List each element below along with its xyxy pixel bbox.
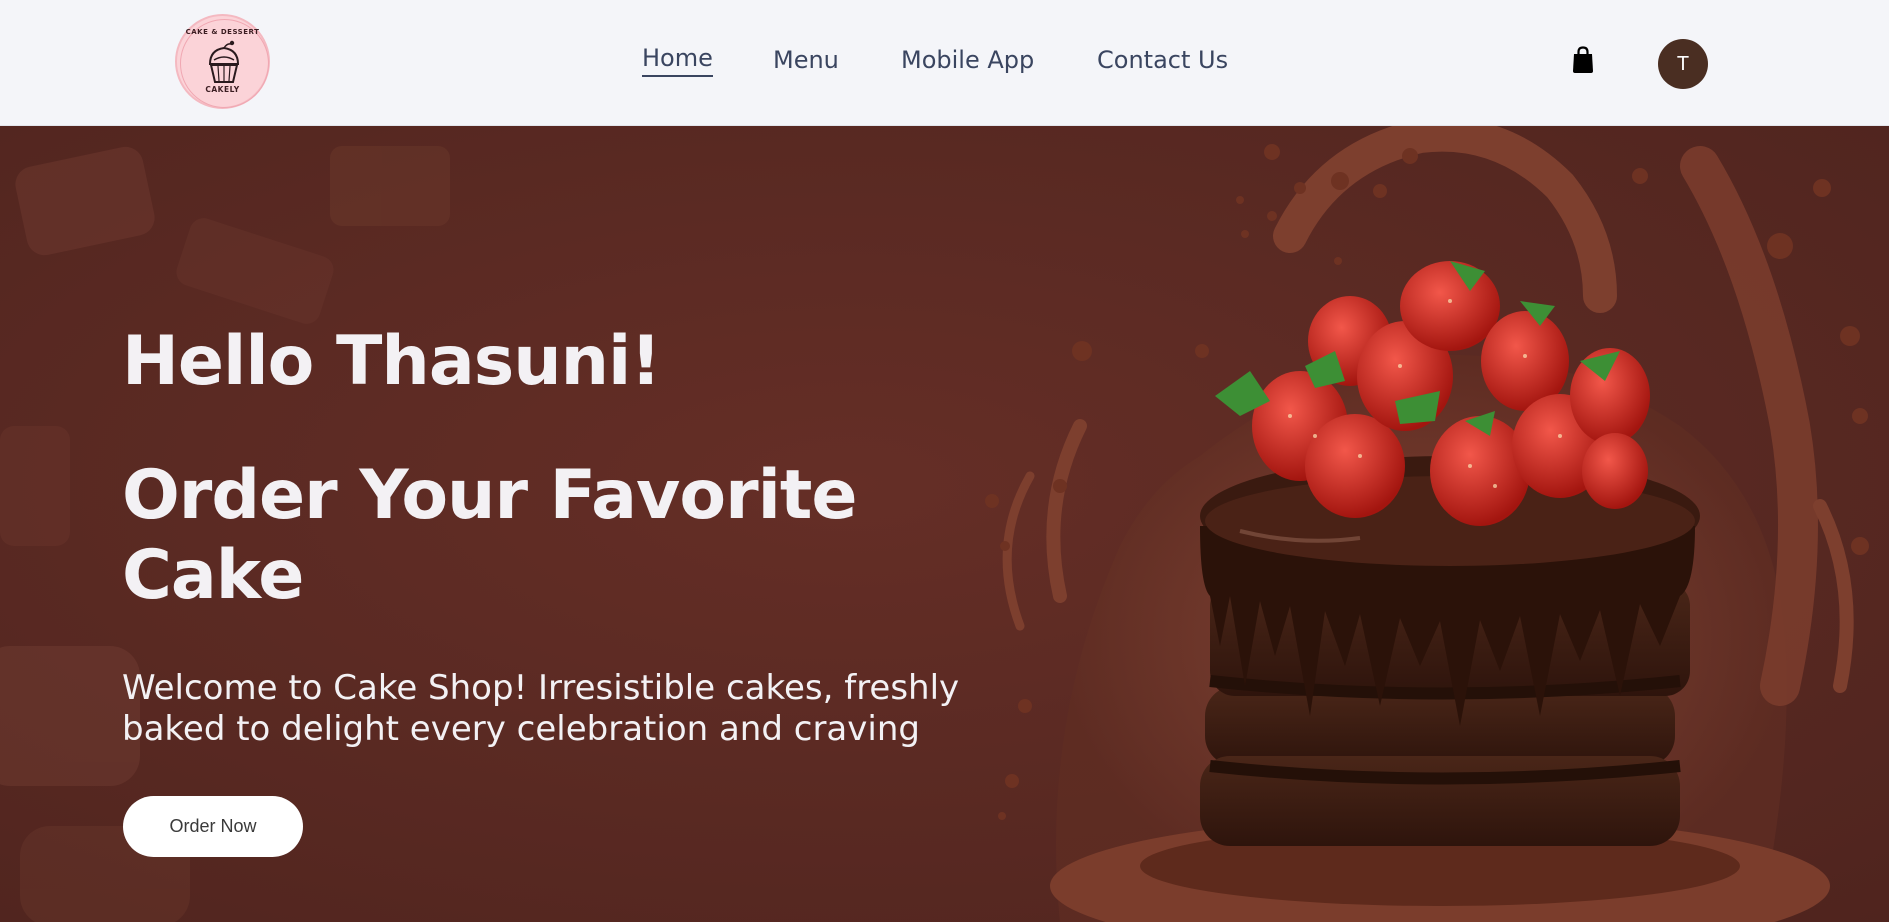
nav-menu[interactable]: Menu [773, 46, 839, 74]
logo-top-text: CAKE & DESSERT [185, 28, 260, 36]
shopping-bag-icon[interactable] [1572, 46, 1594, 74]
nav-contact-us[interactable]: Contact Us [1097, 46, 1228, 74]
hero-headline: Order Your Favorite Cake [122, 456, 858, 615]
logo-bottom-text: CAKELY [205, 85, 240, 94]
hero-greeting: Hello Thasuni! [122, 322, 661, 401]
brand-logo[interactable]: CAKE & DESSERT CAKELY [175, 14, 270, 109]
user-avatar[interactable]: T [1658, 39, 1708, 89]
hero-subtext: Welcome to Cake Shop! Irresistible cakes… [122, 668, 960, 749]
order-now-button[interactable]: Order Now [123, 796, 303, 857]
hero-section: Hello Thasuni! Order Your Favorite Cake … [0, 126, 1889, 922]
nav-home[interactable]: Home [642, 44, 713, 77]
top-navbar: CAKE & DESSERT CAKELY Home Menu Mobile A… [0, 0, 1889, 126]
nav-mobile-app[interactable]: Mobile App [901, 46, 1034, 74]
